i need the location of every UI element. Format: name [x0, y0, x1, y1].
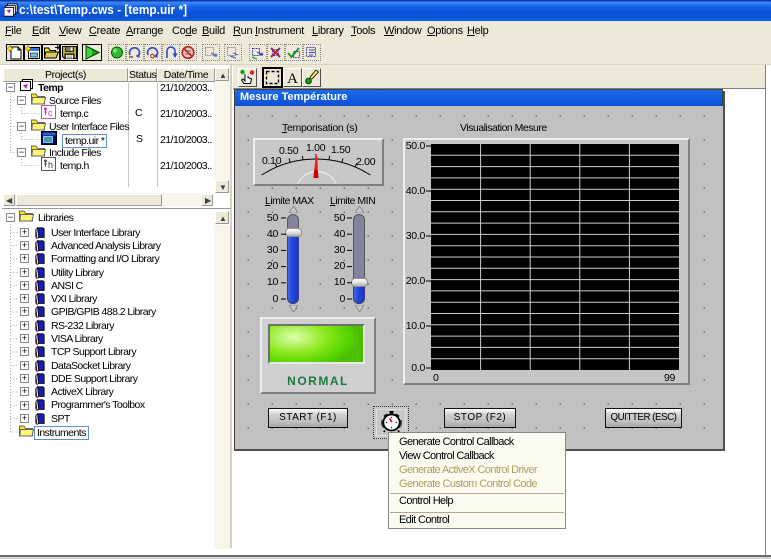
svg-text:c: c: [48, 108, 53, 118]
svg-text:A: A: [287, 71, 298, 86]
svg-text:h: h: [48, 160, 53, 170]
